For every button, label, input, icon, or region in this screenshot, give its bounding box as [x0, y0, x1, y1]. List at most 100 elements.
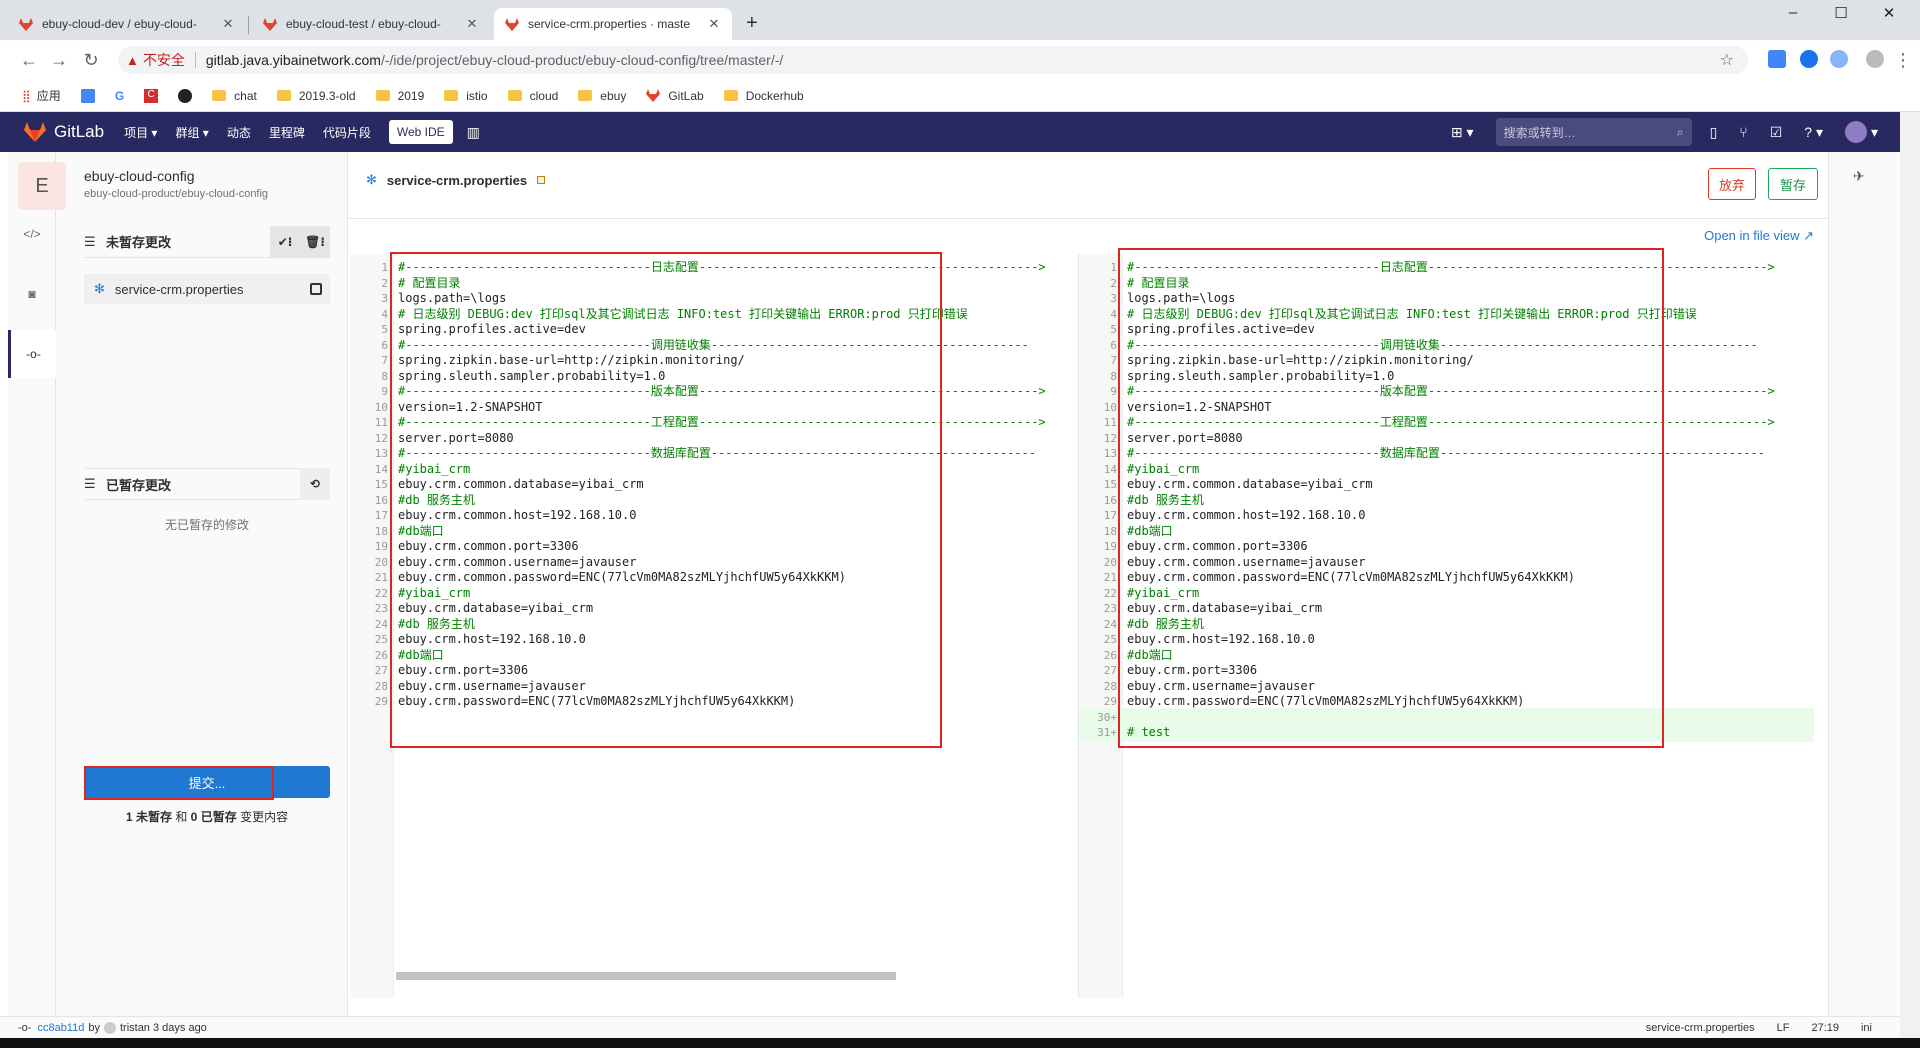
- gitlab-favicon-icon: [18, 16, 34, 32]
- help-icon[interactable]: ? ▾: [1804, 124, 1823, 141]
- project-name[interactable]: ebuy-cloud-config: [84, 168, 195, 184]
- horizontal-scrollbar[interactable]: [396, 972, 896, 980]
- sidebar-toggle-icon[interactable]: ▯: [1710, 124, 1718, 141]
- folder-icon: [276, 90, 291, 101]
- web-ide: </> ◙ -o- E ebuy-cloud-config ebuy-cloud…: [0, 152, 1900, 1016]
- back-icon[interactable]: ←: [18, 50, 40, 71]
- unstaged-file-item[interactable]: ✻ service-crm.properties: [84, 274, 330, 304]
- translate-extension-icon[interactable]: [1768, 50, 1786, 68]
- web-ide-button[interactable]: Web IDE: [388, 120, 453, 144]
- right-sidebar: ✈: [1828, 152, 1900, 1016]
- settings-file-icon: ✻: [94, 281, 105, 296]
- url-path: /-/ide/project/ebuy-cloud-product/ebuy-c…: [380, 52, 784, 68]
- bookmark-folder[interactable]: ebuy: [578, 89, 626, 103]
- bookmark-apps[interactable]: ⣿ 应用: [22, 87, 61, 104]
- folder-icon: [444, 90, 459, 101]
- folder-icon: [212, 90, 227, 101]
- profile-avatar[interactable]: [1866, 50, 1884, 68]
- activity-bar: </> ◙ -o-: [8, 152, 56, 1016]
- staged-empty-message: 无已暂存的修改: [164, 518, 249, 532]
- gitlab-fox-icon: [24, 122, 46, 142]
- pipeline-icon[interactable]: ✈: [1853, 168, 1865, 185]
- extension-icon[interactable]: [1830, 50, 1848, 68]
- nav-activity[interactable]: 动态: [227, 124, 251, 141]
- browser-tab[interactable]: ebuy-cloud-dev / ebuy-cloud- ✕: [8, 8, 246, 40]
- nav-milestones[interactable]: 里程碑: [269, 124, 305, 141]
- new-tab-button[interactable]: +: [746, 12, 758, 35]
- editor-file-tab[interactable]: ✻ service-crm.properties: [366, 172, 546, 188]
- bookmark-gitlab[interactable]: GitLab: [646, 89, 704, 103]
- bookmark-folder[interactable]: istio: [444, 89, 488, 103]
- c-icon: C: [144, 88, 159, 103]
- nav-groups[interactable]: 群组 ▾: [175, 124, 208, 141]
- star-icon[interactable]: ☆: [1720, 50, 1734, 70]
- status-bar: -o- cc8ab11d by tristan 3 days ago servi…: [0, 1016, 1900, 1038]
- bookmark-github[interactable]: [178, 88, 193, 103]
- folder-icon: [723, 90, 738, 101]
- minimize-button[interactable]: –: [1770, 4, 1816, 21]
- commit-sha-link[interactable]: cc8ab11d: [37, 1022, 84, 1034]
- project-path: ebuy-cloud-product/ebuy-cloud-config: [84, 188, 269, 200]
- bookmark-folder[interactable]: 2019: [375, 89, 424, 103]
- close-window-button[interactable]: ✕: [1866, 4, 1912, 22]
- nav-projects[interactable]: 项目 ▾: [124, 124, 157, 141]
- commit-sidebar: E ebuy-cloud-config ebuy-cloud-product/e…: [18, 152, 348, 1016]
- tab-close-icon[interactable]: ✕: [220, 16, 236, 32]
- bookmark-folder[interactable]: chat: [212, 89, 257, 103]
- bookmark-folder[interactable]: 2019.3-old: [276, 89, 356, 103]
- project-avatar: E: [18, 162, 66, 210]
- user-avatar[interactable]: ▾: [1844, 121, 1878, 143]
- modified-icon: [310, 283, 322, 295]
- search-icon: ⌕: [1676, 124, 1684, 139]
- nav-snippets[interactable]: 代码片段: [323, 124, 371, 141]
- line-number: 29: [374, 695, 388, 708]
- commit-author: tristan 3 days ago: [119, 1021, 207, 1034]
- discard-all-icon[interactable]: 🗑⁝: [300, 235, 330, 249]
- address-bar: ← → ↻ ▲ 不安全 gitlab.java.yibainetwork.com…: [0, 40, 1920, 80]
- todo-icon[interactable]: ☑: [1770, 124, 1783, 141]
- search-input[interactable]: 搜索或转到… ⌕: [1495, 118, 1692, 146]
- list-check-icon: ☰: [84, 476, 96, 491]
- gitlab-favicon-icon: [262, 16, 278, 32]
- bookmark-google[interactable]: G: [115, 89, 124, 103]
- tab-title: service-crm.properties · maste: [528, 17, 691, 31]
- highlight-box: [390, 252, 942, 748]
- bookmark-c[interactable]: C: [144, 88, 159, 103]
- gitlab-logo[interactable]: GitLab: [24, 122, 104, 142]
- author-avatar: [103, 1021, 116, 1034]
- changed-indicator-icon: [537, 176, 546, 184]
- forward-icon[interactable]: →: [48, 50, 70, 71]
- browser-tab-active[interactable]: service-crm.properties · maste ✕: [494, 8, 732, 40]
- browser-tab[interactable]: ebuy-cloud-test / ebuy-cloud- ✕: [252, 8, 490, 40]
- discard-button[interactable]: 放弃: [1708, 168, 1756, 200]
- bookmark-folder[interactable]: Dockerhub: [723, 89, 804, 103]
- edit-mode-icon[interactable]: </>: [8, 210, 56, 258]
- editor-area: ✻ service-crm.properties 放弃 暂存 Open in f…: [348, 152, 1828, 1016]
- review-mode-icon[interactable]: ◙: [8, 270, 56, 318]
- stage-button[interactable]: 暂存: [1768, 168, 1818, 200]
- reload-icon[interactable]: ↻: [80, 50, 102, 71]
- merge-request-icon[interactable]: ⑂: [1739, 124, 1747, 140]
- plus-icon[interactable]: ⊞ ▾: [1451, 124, 1474, 141]
- open-in-file-view-link[interactable]: Open in file view ↗: [1704, 228, 1814, 244]
- stage-all-icon[interactable]: ✔⁝: [270, 235, 300, 249]
- bookmark-translate[interactable]: [80, 88, 95, 103]
- maximize-button[interactable]: ☐: [1818, 4, 1864, 22]
- unstage-all-icon[interactable]: ⟲: [300, 477, 330, 491]
- gitlab-icon: [646, 89, 661, 102]
- url-host: gitlab.java.yibainetwork.com: [205, 52, 381, 68]
- tab-close-icon[interactable]: ✕: [464, 16, 480, 32]
- page-scrollbar[interactable]: [1900, 112, 1920, 1038]
- bookmark-folder[interactable]: cloud: [507, 89, 558, 103]
- commit-summary: 1 未暂存 和 0 已暂存 变更内容: [125, 810, 289, 824]
- url-input[interactable]: ▲ 不安全 gitlab.java.yibainetwork.com /-/id…: [118, 46, 1748, 74]
- extension-icon[interactable]: [1800, 50, 1818, 68]
- highlight-box: [84, 766, 274, 800]
- commit-mode-icon[interactable]: -o-: [8, 330, 56, 378]
- warning-icon: ▲: [126, 52, 139, 68]
- gitlab-header: GitLab 项目 ▾ 群组 ▾ 动态 里程碑 代码片段 Web IDE ▥ ⊞…: [0, 112, 1900, 152]
- chart-icon[interactable]: ▥: [467, 124, 480, 141]
- list-icon: ☰: [84, 233, 96, 249]
- menu-icon[interactable]: ⋮: [1892, 50, 1914, 71]
- tab-close-icon[interactable]: ✕: [706, 16, 722, 32]
